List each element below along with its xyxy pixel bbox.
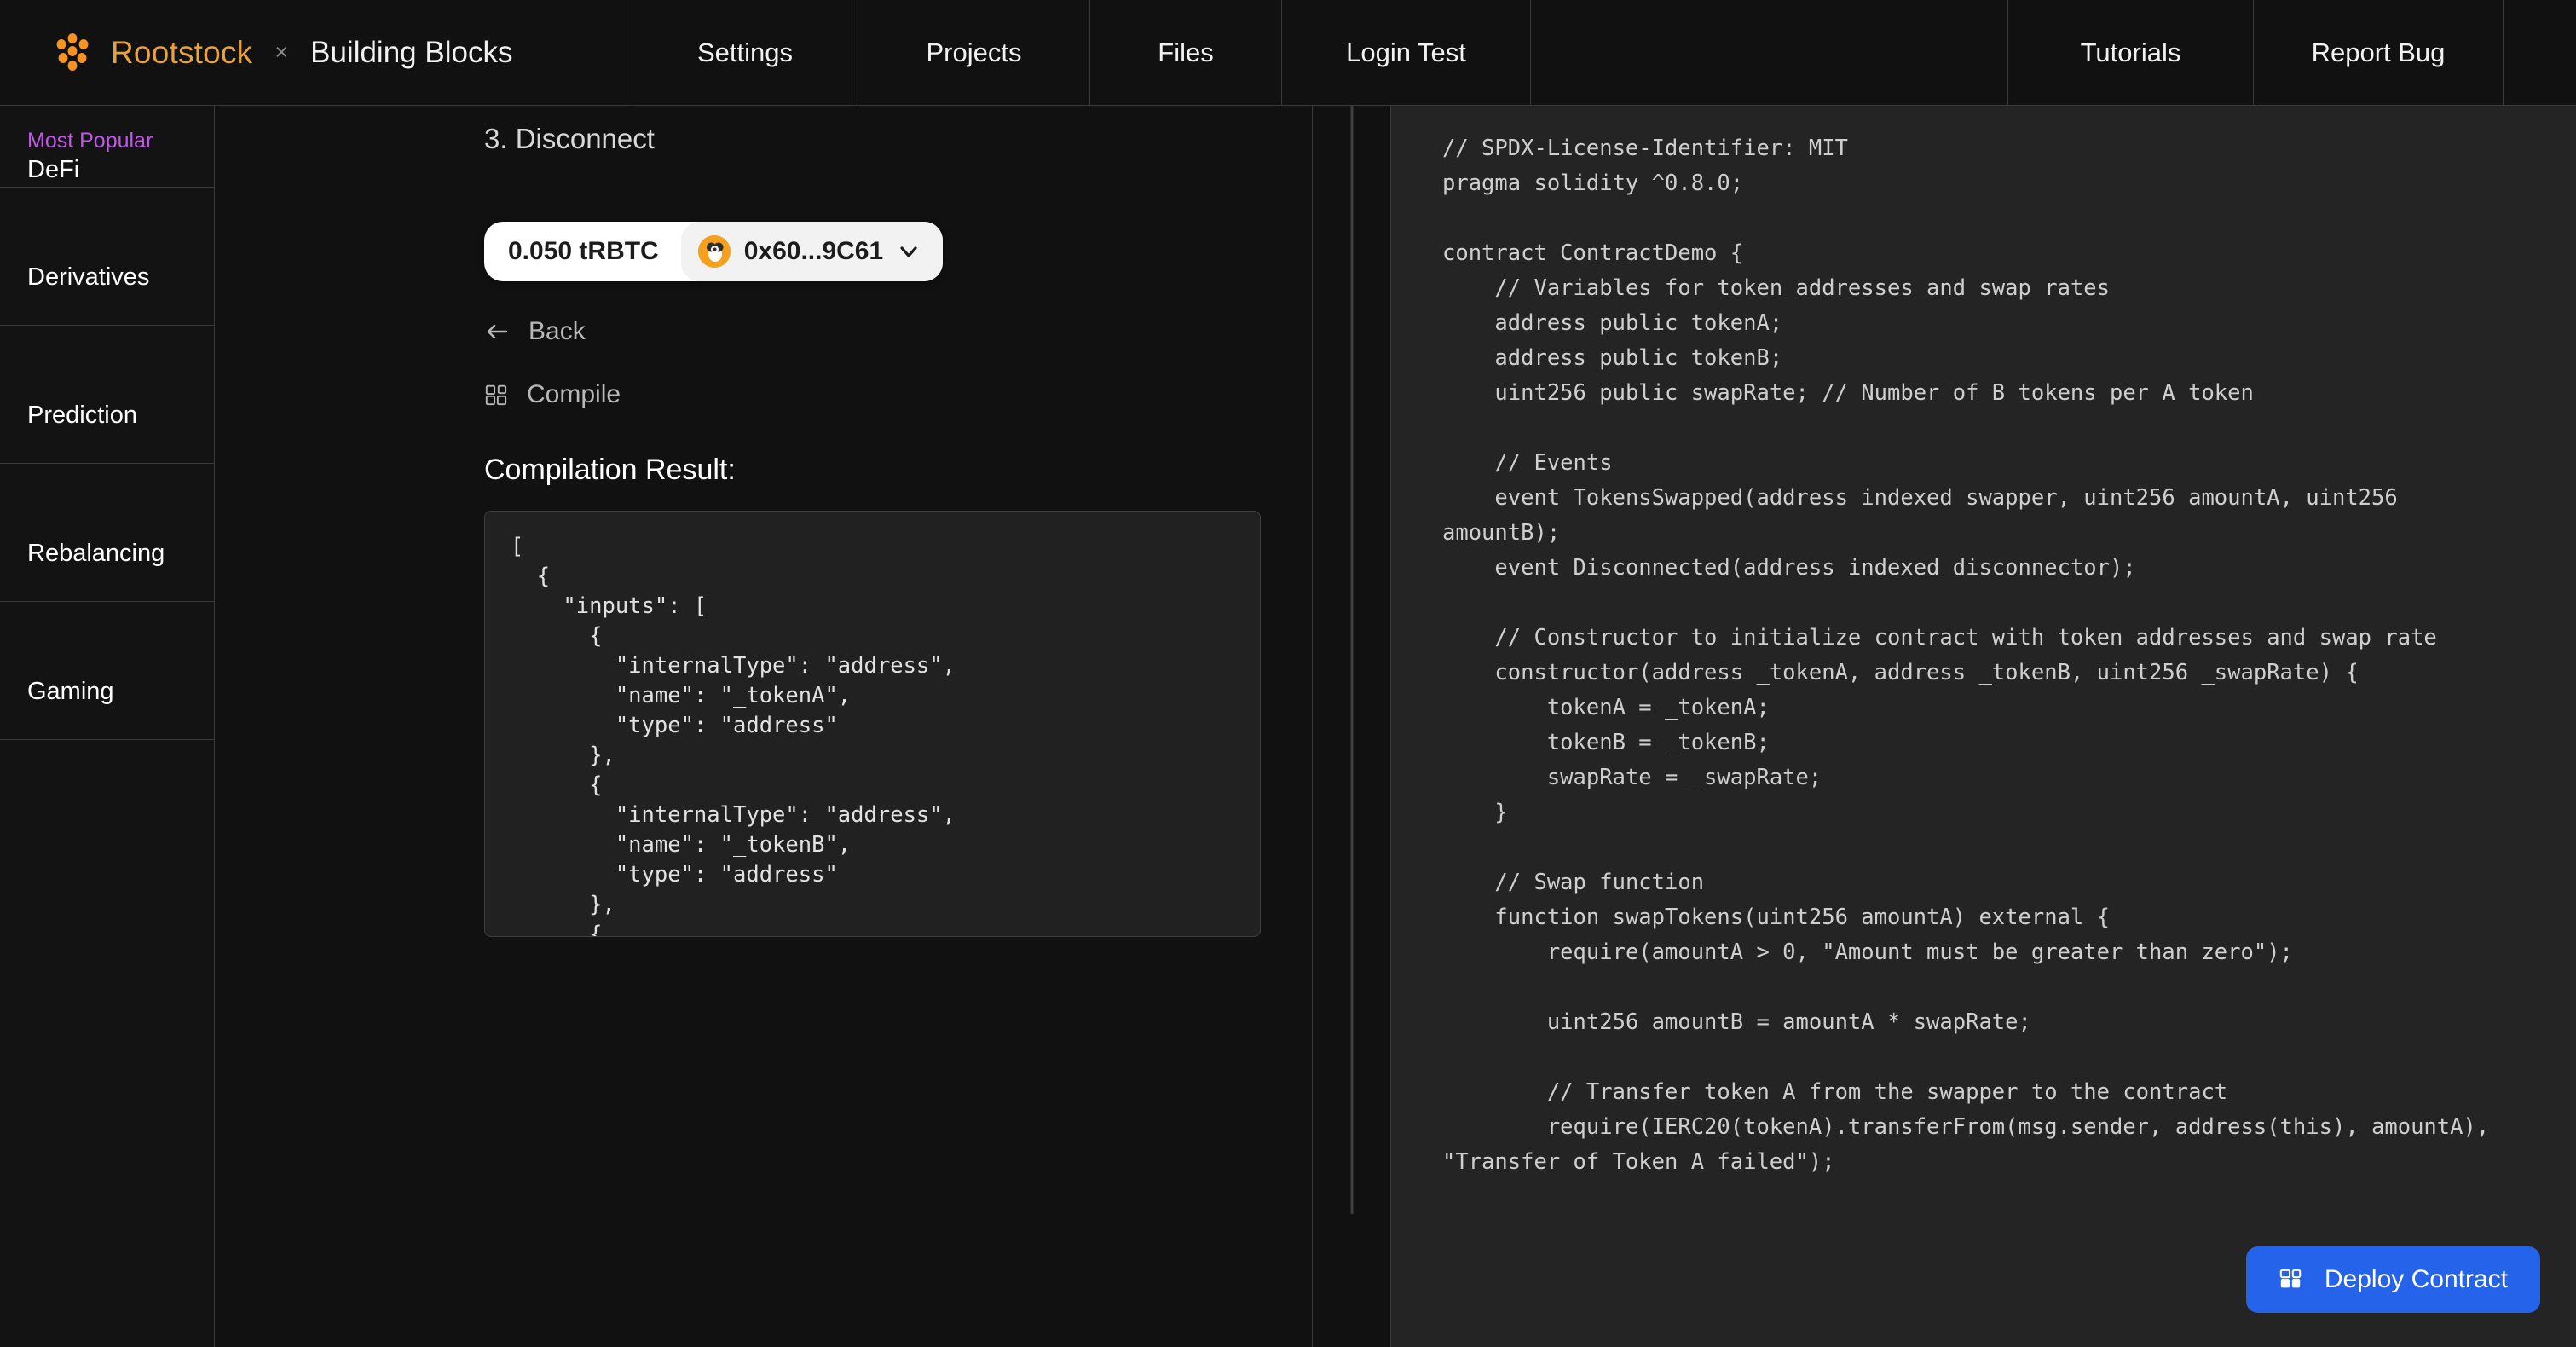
brand-name: Rootstock	[111, 34, 253, 70]
sidebar-item-rebalancing[interactable]: Rebalancing	[0, 464, 214, 602]
compile-button[interactable]: Compile	[484, 380, 1261, 409]
deploy-contract-button[interactable]: Deploy Contract	[2245, 1246, 2540, 1313]
nav-endcap	[2504, 0, 2576, 105]
chevron-down-icon[interactable]	[897, 240, 921, 263]
sidebar-item-label: DeFi	[27, 156, 80, 184]
splitter-handle[interactable]	[1350, 106, 1353, 1214]
top-navigation-bar: Rootstock × Building Blocks Settings Pro…	[0, 0, 2576, 106]
arrow-left-icon	[484, 319, 510, 344]
compilation-result-json: [ { "inputs": [ { "internalType": "addre…	[511, 534, 956, 937]
sidebar-item-gaming[interactable]: Gaming	[0, 602, 214, 740]
sidebar-item-label: Prediction	[27, 402, 137, 430]
sidebar-item-defi[interactable]: Most Popular DeFi	[0, 106, 214, 188]
brand-subtitle: Building Blocks	[310, 35, 513, 69]
solidity-code-editor[interactable]: // SPDX-License-Identifier: MIT pragma s…	[1391, 106, 2576, 1347]
left-work-panel: 3. Disconnect 0.050 tRBTC 0x60...9C61 Ba…	[215, 106, 1313, 1347]
wallet-address: 0x60...9C61	[743, 237, 884, 265]
blocks-icon	[484, 383, 508, 407]
wallet-pill[interactable]: 0.050 tRBTC 0x60...9C61	[484, 222, 944, 281]
main-body: Most Popular DeFi Derivatives Prediction…	[0, 106, 2576, 1347]
back-button-label: Back	[528, 317, 586, 345]
solidity-code: // SPDX-License-Identifier: MIT pragma s…	[1442, 136, 2490, 1175]
category-sidebar: Most Popular DeFi Derivatives Prediction…	[0, 106, 215, 1347]
deploy-contract-label: Deploy Contract	[2324, 1265, 2508, 1293]
panel-splitter[interactable]	[1313, 106, 1391, 1347]
deploy-button-wrap: Deploy Contract	[2245, 1246, 2540, 1313]
compilation-result-heading: Compilation Result:	[484, 454, 736, 486]
sidebar-item-label: Rebalancing	[27, 540, 165, 568]
tab-files[interactable]: Files	[1090, 0, 1282, 105]
editor-right-gutter	[2573, 106, 2576, 1347]
blocks-icon	[2279, 1268, 2302, 1292]
tab-login-test[interactable]: Login Test	[1282, 0, 1531, 105]
sidebar-empty-area	[0, 740, 214, 1252]
sidebar-kicker-most-popular: Most Popular	[27, 129, 153, 153]
wallet-account-chip[interactable]: 0x60...9C61	[680, 222, 944, 281]
back-button[interactable]: Back	[484, 317, 1261, 346]
sidebar-item-label: Derivatives	[27, 263, 150, 292]
compilation-result-box[interactable]: [ { "inputs": [ { "internalType": "addre…	[484, 511, 1261, 937]
sidebar-item-derivatives[interactable]: Derivatives	[0, 188, 214, 326]
sidebar-item-prediction[interactable]: Prediction	[0, 326, 214, 464]
tab-projects[interactable]: Projects	[858, 0, 1090, 105]
step-title: 3. Disconnect	[484, 123, 655, 154]
compile-button-label: Compile	[527, 380, 621, 408]
nav-spacer	[1531, 0, 2008, 105]
tab-settings[interactable]: Settings	[632, 0, 858, 105]
tab-report-bug[interactable]: Report Bug	[2254, 0, 2504, 105]
wallet-balance: 0.050 tRBTC	[508, 237, 659, 265]
sidebar-item-label: Gaming	[27, 678, 114, 706]
rootstock-logo-icon	[53, 32, 92, 72]
brand-separator: ×	[274, 39, 289, 65]
brand-area: Rootstock × Building Blocks	[0, 0, 632, 105]
tab-tutorials[interactable]: Tutorials	[2008, 0, 2254, 105]
wallet-avatar-icon	[697, 235, 731, 268]
